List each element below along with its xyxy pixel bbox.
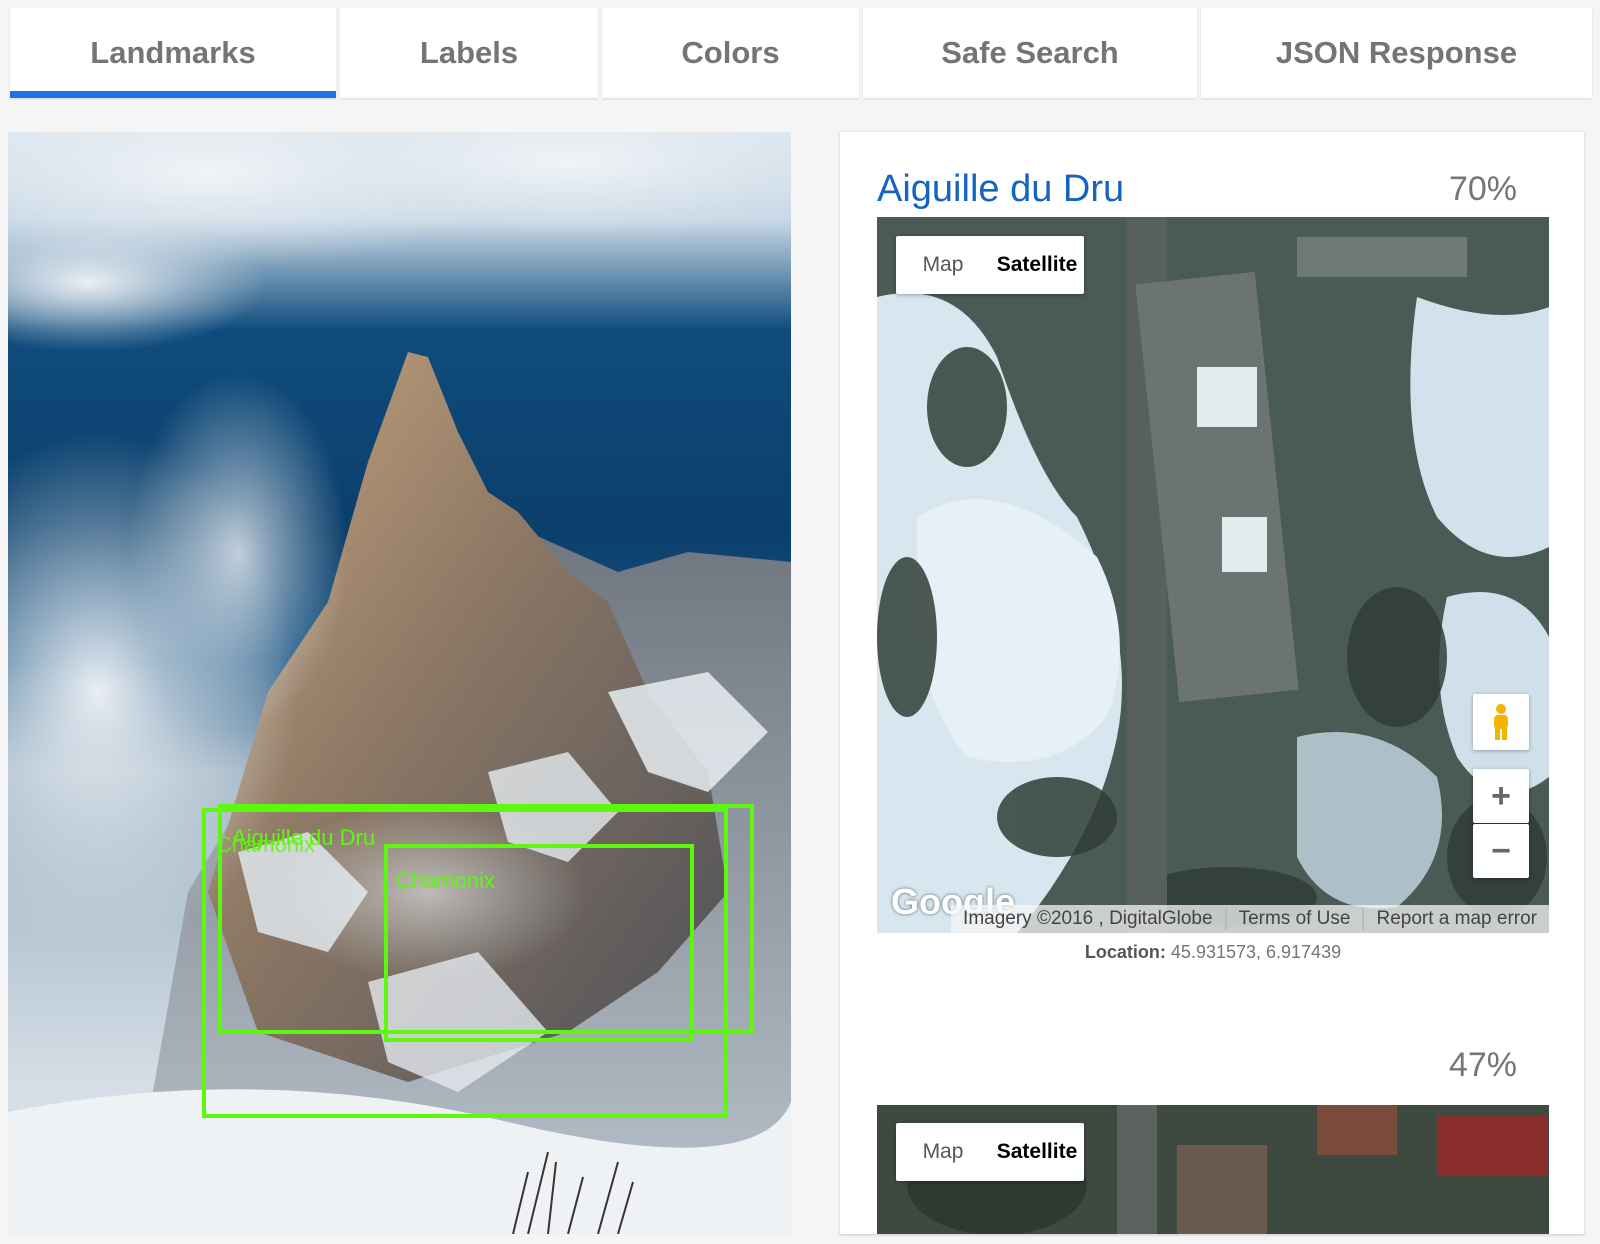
analyzed-photo: Aiguille du Dru Chamonix Chamonix	[8, 132, 791, 1234]
map-type-map-button-2[interactable]: Map	[896, 1123, 990, 1181]
tab-landmarks[interactable]: Landmarks	[10, 8, 336, 98]
satellite-imagery	[877, 217, 1549, 933]
bbox-label-chamonix: Chamonix	[216, 832, 316, 857]
zoom-out-button[interactable]: −	[1473, 824, 1529, 878]
map-attribution: Imagery ©2016 , DigitalGlobe Terms of Us…	[951, 905, 1549, 933]
tab-safe-search[interactable]: Safe Search	[863, 8, 1197, 98]
confidence-score: 70%	[1448, 170, 1517, 208]
location-label: Location:	[1084, 942, 1166, 962]
bbox-label-chamonix-2: Chamonix	[396, 868, 496, 893]
imagery-credit: Imagery ©2016 , DigitalGlobe	[963, 908, 1213, 929]
location-row: Location: 45.931573, 6.917439	[877, 942, 1549, 963]
terms-of-use-link[interactable]: Terms of Use	[1224, 908, 1363, 930]
report-map-error-link[interactable]: Report a map error	[1362, 908, 1549, 930]
tab-bar: Landmarks Labels Colors Safe Search JSON…	[8, 8, 1592, 98]
satellite-map[interactable]: Map Satellite + − Google Imagery ©2016 ,…	[877, 217, 1549, 933]
zoom-in-button[interactable]: +	[1473, 769, 1529, 823]
map-type-toggle[interactable]: Map Satellite	[896, 236, 1084, 294]
location-coordinates: 45.931573, 6.917439	[1170, 942, 1342, 962]
landmark-name: Aiguille du Dru	[877, 168, 1125, 210]
satellite-map-2[interactable]: Map Satellite	[877, 1105, 1549, 1234]
pegman-icon	[1494, 704, 1508, 740]
tab-json-response[interactable]: JSON Response	[1201, 8, 1592, 98]
map-type-map-button[interactable]: Map	[896, 236, 990, 294]
landmark-results-card: Aiguille du Dru 70% Map Satellite + − Go…	[840, 132, 1584, 1234]
street-view-pegman[interactable]	[1473, 694, 1529, 750]
tab-colors[interactable]: Colors	[602, 8, 859, 98]
tab-labels[interactable]: Labels	[340, 8, 598, 98]
map-type-toggle-2[interactable]: Map Satellite	[896, 1123, 1084, 1181]
map-type-satellite-button-2[interactable]: Satellite	[990, 1123, 1084, 1181]
confidence-score-2: 47%	[1448, 1046, 1517, 1084]
map-type-satellite-button[interactable]: Satellite	[990, 236, 1084, 294]
